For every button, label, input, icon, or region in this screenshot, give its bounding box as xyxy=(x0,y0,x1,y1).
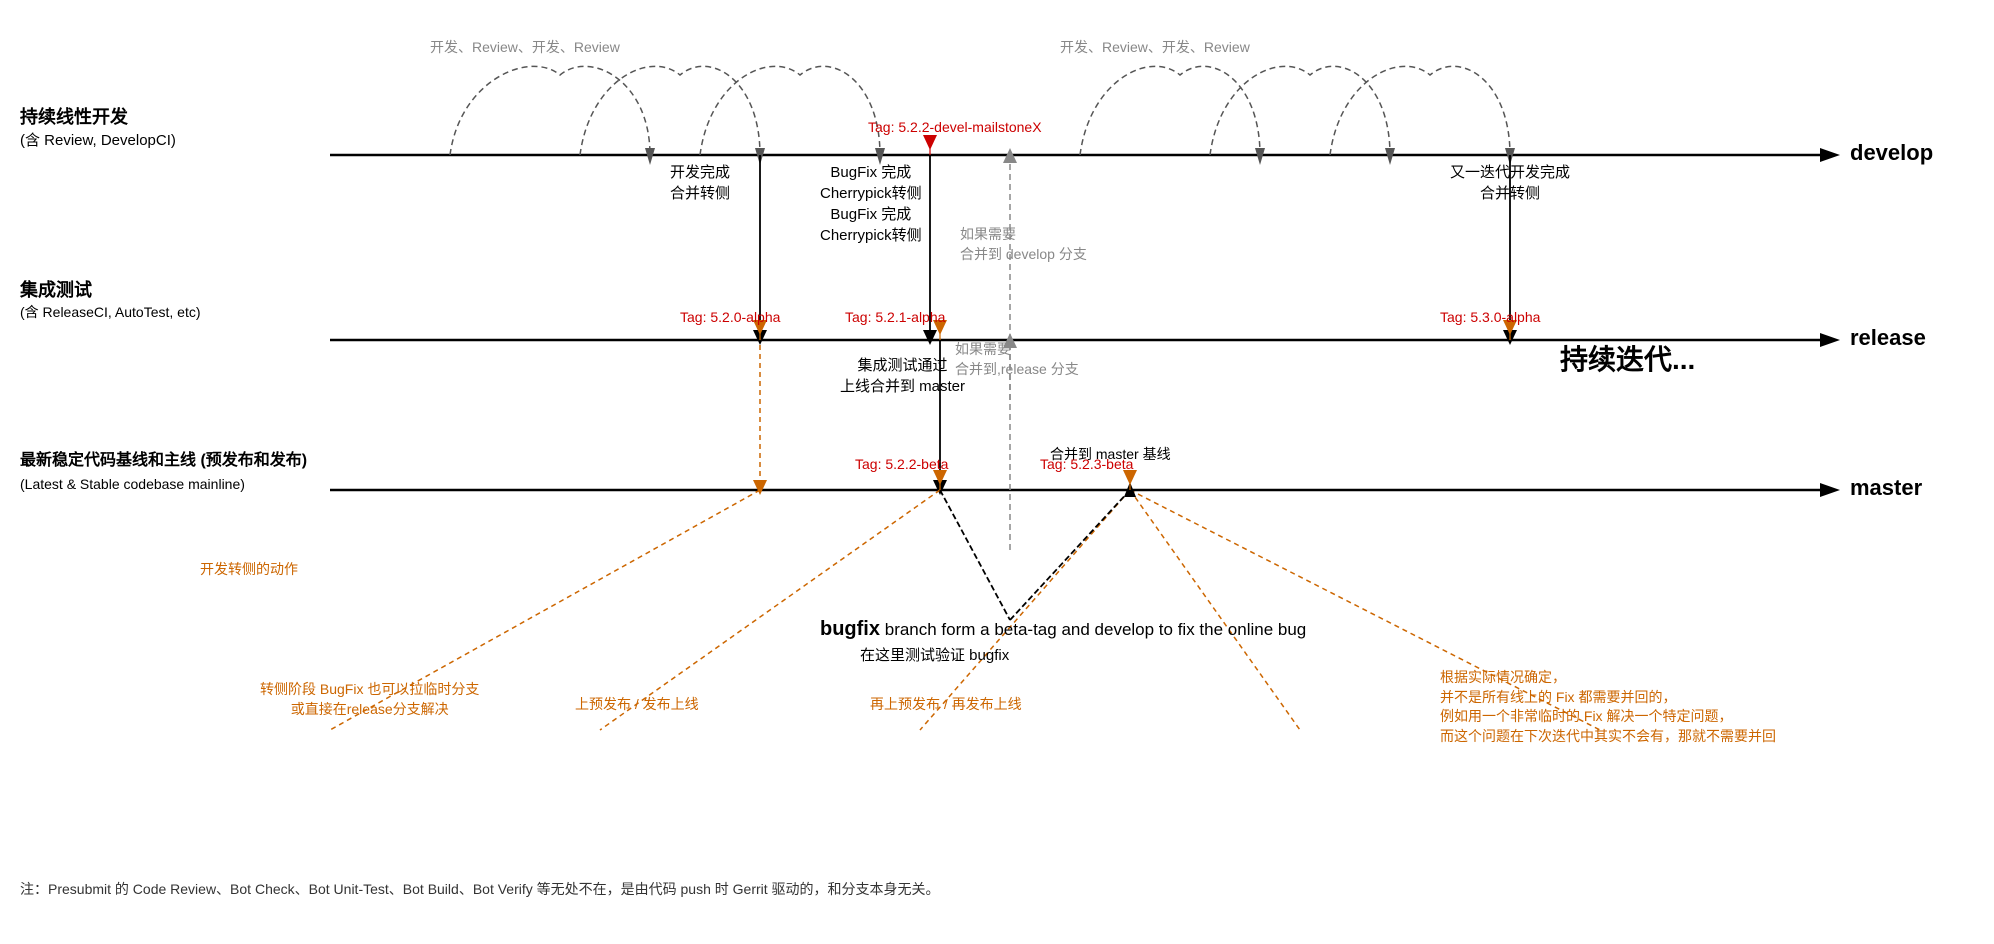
stable-baseline-label: 最新稳定代码基线和主线 (预发布和发布) xyxy=(20,450,307,472)
bugfix-branch-label: 转侧阶段 BugFix 也可以拉临时分支 或直接在release分支解决 xyxy=(260,680,479,719)
if-needed-develop: 如果需要 合并到 develop 分支 xyxy=(960,225,1087,264)
tag-alpha-530: Tag: 5.3.0-alpha xyxy=(1440,308,1540,328)
integration-pass-block: 集成测试通过 上线合并到 master xyxy=(840,355,965,397)
re-release-label: 再上预发布 / 再发布上线 xyxy=(870,695,1022,715)
dev-review-label-2: 开发、Review、开发、Review xyxy=(1060,38,1250,58)
tag-beta-522: Tag: 5.2.2-beta xyxy=(855,455,948,475)
event1-title: 开发完成 合并转侧 xyxy=(670,162,730,204)
release-branch-label: release xyxy=(1850,323,1926,354)
integration-test-sub: (含 ReleaseCI, AutoTest, etc) xyxy=(20,303,201,323)
tag-devel-mailstone: Tag: 5.2.2-devel-mailstoneX xyxy=(868,118,1042,138)
bugfix-title: bugfix branch form a beta-tag and develo… xyxy=(820,615,1306,643)
pre-release-label: 上预发布 / 发布上线 xyxy=(575,695,699,715)
continuous-dev-label: 持续线性开发 xyxy=(20,105,128,130)
continuous-dev-sub: (含 Review, DevelopCI) xyxy=(20,130,176,151)
bugfix-desc2: 在这里测试验证 bugfix xyxy=(860,645,1009,666)
continuous-iter-label: 持续迭代... xyxy=(1560,340,1695,379)
tag-alpha-520: Tag: 5.2.0-alpha xyxy=(680,308,780,328)
note-right: 根据实际情况确定， 并不是所有线上的 Fix 都需要并回的， 例如用一个非常临时… xyxy=(1440,668,1776,746)
develop-branch-label: develop xyxy=(1850,138,1933,169)
event3-block: 又一迭代开发完成 合并转侧 xyxy=(1450,162,1570,204)
integration-test-label: 集成测试 xyxy=(20,278,92,303)
event2-block: BugFix 完成 Cherrypick转侧 BugFix 完成 Cherryp… xyxy=(820,162,922,246)
dev-side-action: 开发转侧的动作 xyxy=(200,560,298,580)
dev-review-label-1: 开发、Review、开发、Review xyxy=(430,38,620,58)
footer-note: 注：Presubmit 的 Code Review、Bot Check、Bot … xyxy=(20,880,940,900)
tag-beta-523: Tag: 5.2.3-beta xyxy=(1040,455,1133,475)
master-branch-label: master xyxy=(1850,473,1922,504)
if-needed-release: 如果需要 合并到,release 分支 xyxy=(955,340,1079,379)
tag-alpha-521: Tag: 5.2.1-alpha xyxy=(845,308,945,328)
diagram-container: develop release master 持续线性开发 (含 Review,… xyxy=(0,0,1994,944)
stable-baseline-sub: (Latest & Stable codebase mainline) xyxy=(20,475,245,495)
